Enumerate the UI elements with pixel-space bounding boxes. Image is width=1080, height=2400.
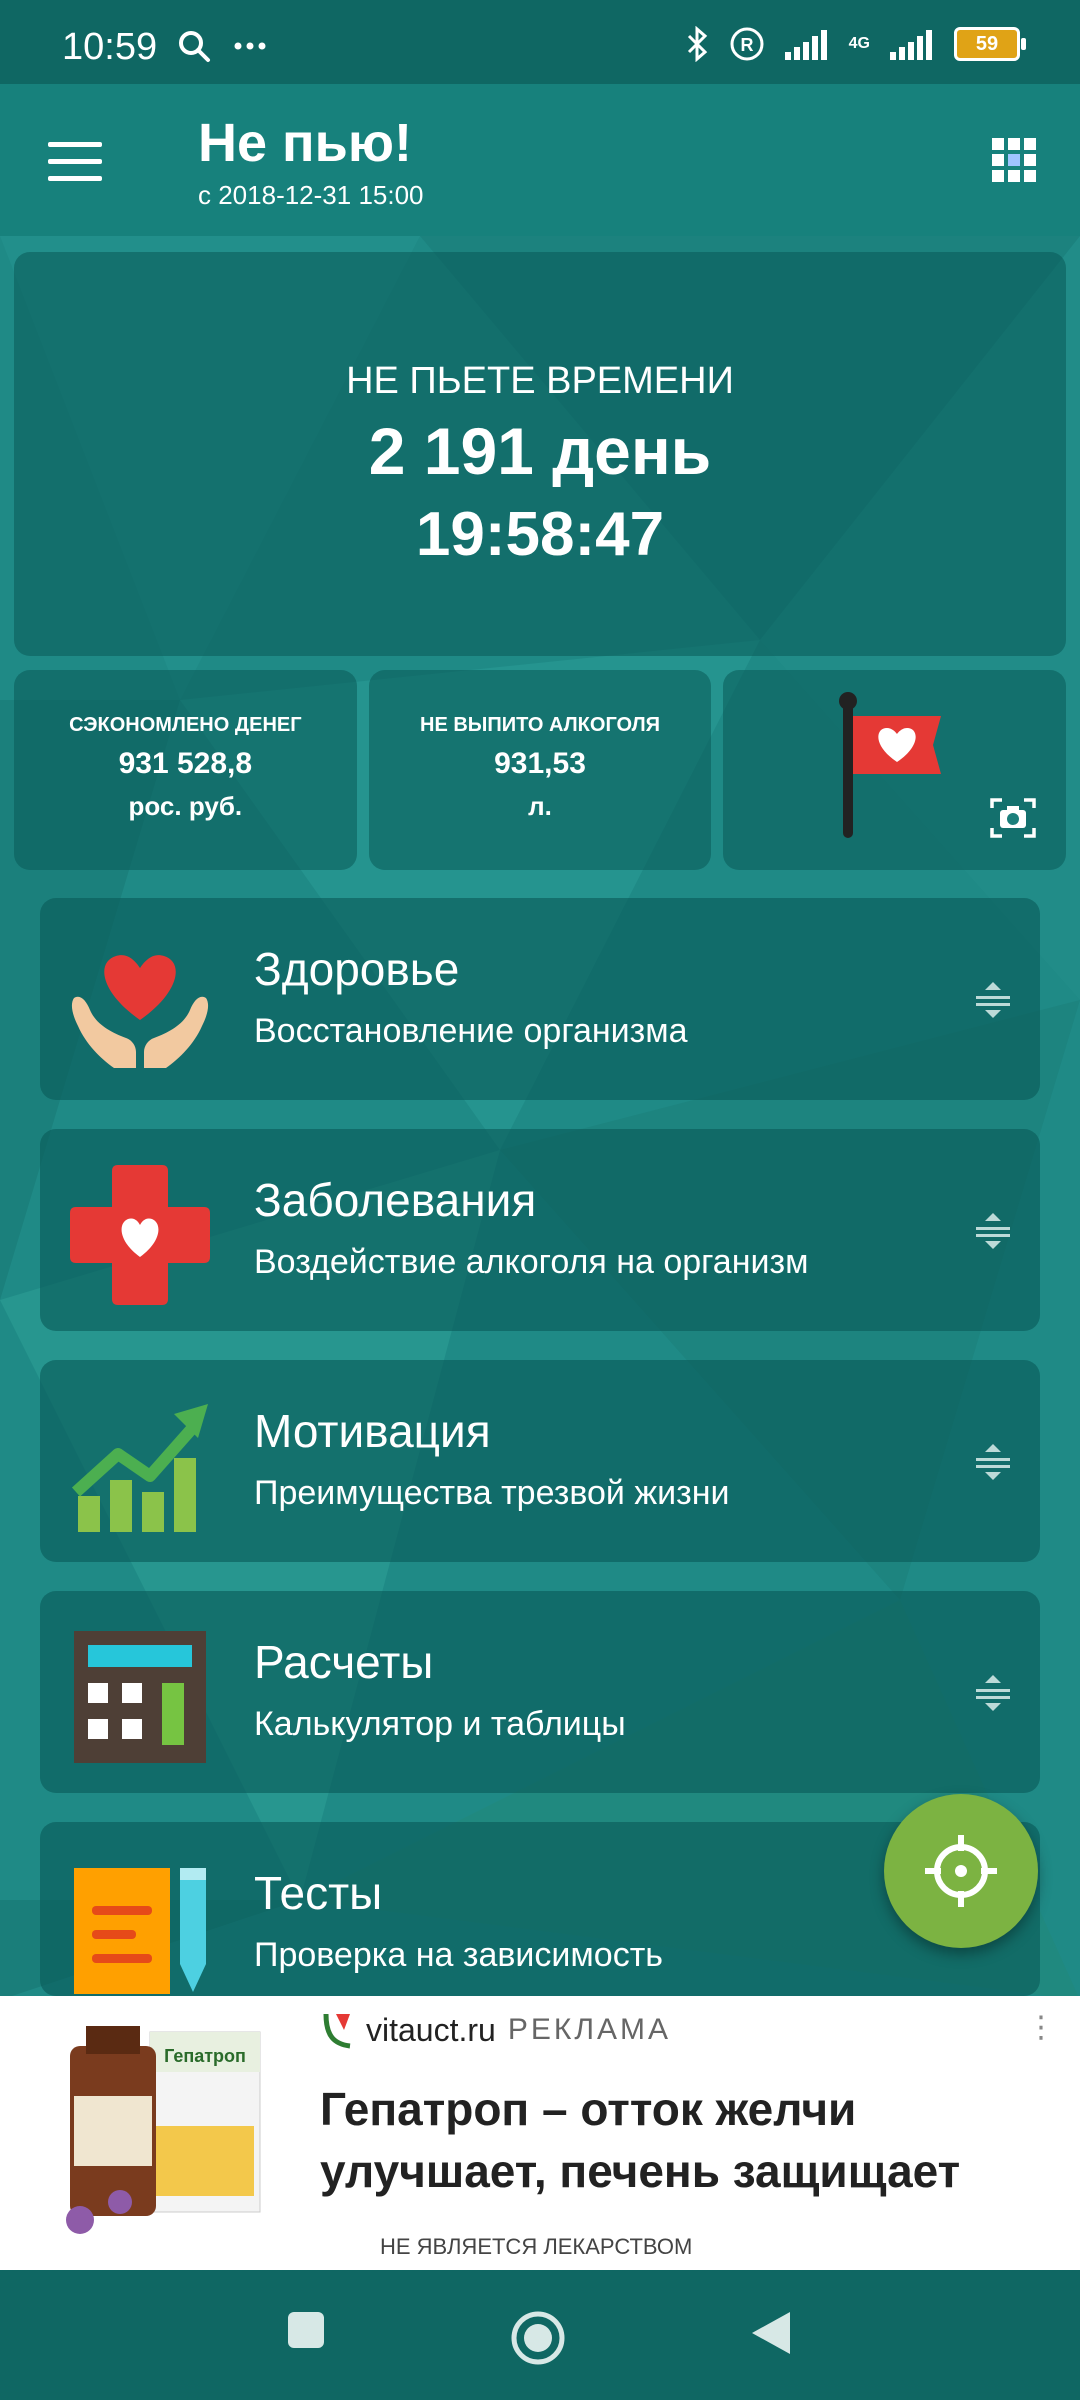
- stats-row: СЭКОНОМЛЕНО ДЕНЕГ 931 528,8 рос. руб. НЕ…: [14, 670, 1067, 870]
- home-button-icon[interactable]: [508, 2308, 568, 2368]
- stat-label: СЭКОНОМЛЕНО ДЕНЕГ: [69, 714, 302, 736]
- stat-unit: рос. руб.: [128, 791, 243, 821]
- stat-label: НЕ ВЫПИТО АЛКОГОЛЯ: [420, 714, 660, 736]
- search-icon: [179, 31, 210, 62]
- menu-title: Тесты: [254, 1867, 383, 1919]
- crosshair-icon: [925, 1835, 997, 1907]
- ad-box-label: Гепатроп: [164, 2046, 246, 2066]
- medical-cross-icon: [70, 1165, 210, 1305]
- ad-domain: vitauct.ru: [366, 2011, 496, 2048]
- battery-icon: 59: [954, 27, 1026, 61]
- menu-item-health[interactable]: Здоровье Восстановление организма: [40, 898, 1040, 1100]
- menu-item-motivation[interactable]: Мотивация Преимущества трезвой жизни: [40, 1360, 1040, 1562]
- timer-clock: 19:58:47: [415, 500, 665, 569]
- stat-unit: л.: [528, 791, 552, 821]
- stat-value: 931,53: [494, 747, 586, 780]
- vitauct-logo-icon: [323, 2013, 351, 2049]
- status-time: 10:59: [62, 26, 158, 68]
- svg-text:R: R: [740, 35, 753, 55]
- menu-subtitle: Восстановление организма: [254, 1012, 688, 1050]
- ad-banner[interactable]: Гепатроп vitauct.ru РЕКЛАМА ⋮ Гепатроп –…: [0, 1996, 1080, 2270]
- system-navigation-bar: [0, 2270, 1080, 2400]
- ad-disclaimer: НЕ ЯВЛЯЕТСЯ ЛЕКАРСТВОМ: [380, 2234, 693, 2259]
- menu-subtitle: Воздействие алкоголя на организм: [254, 1243, 809, 1281]
- camera-icon[interactable]: [990, 796, 1036, 840]
- ad-headline: Гепатроп – отток желчи улучшает, печень …: [320, 2083, 961, 2197]
- test-notepad-icon: [74, 1868, 206, 1994]
- ad-more-icon[interactable]: ⋮: [1026, 2010, 1056, 2045]
- signal-icon-2: [890, 30, 932, 60]
- flag-pole-top: [839, 692, 858, 710]
- ad-product-image: Гепатроп: [66, 2026, 261, 2234]
- battery-level: 59: [975, 32, 999, 55]
- drag-handle-icon[interactable]: [974, 1673, 1012, 1713]
- timer-label: НЕ ПЬЕТЕ ВРЕМЕНИ: [346, 360, 734, 402]
- drag-handle-icon[interactable]: [974, 980, 1012, 1020]
- page-subtitle: с 2018-12-31 15:00: [198, 180, 424, 210]
- apps-grid-button[interactable]: [992, 138, 1036, 182]
- menu-subtitle: Преимущества трезвой жизни: [254, 1474, 730, 1512]
- heart-hands-icon: [71, 955, 209, 1068]
- page-title: Не пью!: [198, 113, 412, 173]
- menu-item-diseases[interactable]: Заболевания Воздействие алкоголя на орга…: [40, 1129, 1040, 1331]
- ad-label: РЕКЛАМА: [507, 2013, 672, 2046]
- more-dots-icon: [234, 42, 266, 50]
- menu-title: Заболевания: [254, 1174, 537, 1226]
- menu-subtitle: Проверка на зависимость: [254, 1936, 663, 1974]
- menu-button[interactable]: [48, 142, 102, 182]
- roaming-icon: R: [730, 27, 764, 61]
- money-saved-card[interactable]: СЭКОНОМЛЕНО ДЕНЕГ 931 528,8 рос. руб.: [14, 670, 357, 870]
- drag-handle-icon[interactable]: [974, 1211, 1012, 1251]
- flag-pole: [843, 698, 854, 838]
- network-type-label: 4G: [848, 35, 870, 52]
- heart-flag-icon: [853, 716, 942, 774]
- recents-button-icon[interactable]: [284, 2308, 328, 2352]
- bluetooth-icon: [687, 26, 707, 62]
- sobriety-timer-card[interactable]: НЕ ПЬЕТЕ ВРЕМЕНИ 2 191 день 19:58:47: [14, 252, 1066, 656]
- menu-item-calculations[interactable]: Расчеты Калькулятор и таблицы: [40, 1591, 1040, 1793]
- drag-handle-icon[interactable]: [974, 1442, 1012, 1482]
- growth-chart-icon: [71, 1404, 208, 1532]
- menu-title: Расчеты: [254, 1636, 434, 1688]
- alcohol-not-drunk-card[interactable]: НЕ ВЫПИТО АЛКОГОЛЯ 931,53 л.: [368, 670, 712, 870]
- menu-title: Здоровье: [254, 943, 460, 995]
- ad-source: vitauct.ru РЕКЛАМА: [322, 2010, 671, 2050]
- timer-days: 2 191 день: [368, 414, 712, 488]
- flag-card[interactable]: [723, 670, 1067, 870]
- menu-subtitle: Калькулятор и таблицы: [254, 1705, 626, 1743]
- target-fab-button[interactable]: [884, 1794, 1038, 1948]
- status-bar: 10:59 R 4G 59: [0, 0, 1080, 84]
- back-button-icon[interactable]: [748, 2308, 794, 2358]
- app-bar: Не пью! с 2018-12-31 15:00: [0, 84, 1080, 236]
- calculator-icon: [74, 1631, 206, 1763]
- stat-value: 931 528,8: [118, 747, 253, 780]
- menu-title: Мотивация: [254, 1405, 491, 1457]
- signal-icon: [784, 30, 827, 60]
